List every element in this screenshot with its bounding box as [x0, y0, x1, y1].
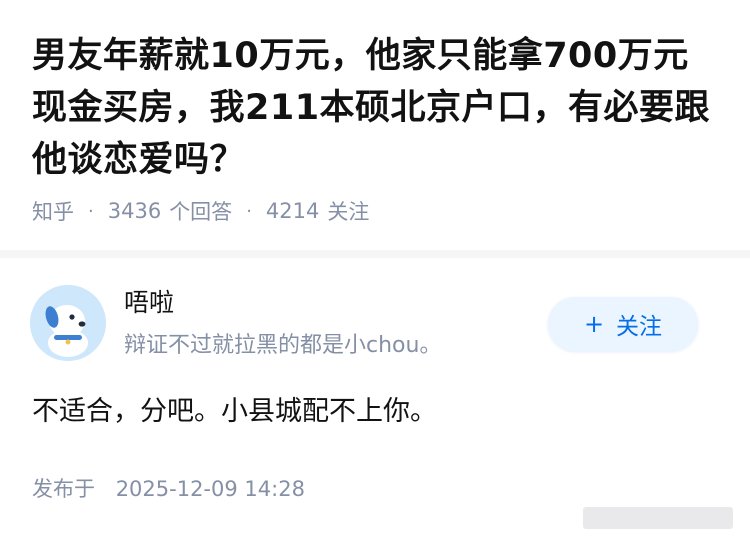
followers-count: 4214: [265, 199, 320, 223]
section-divider: [0, 250, 750, 258]
source-label[interactable]: 知乎: [32, 196, 74, 226]
author-bio: 辩证不过就拉黑的都是小chou。: [124, 333, 442, 358]
follow-button-label: 关注: [616, 314, 663, 340]
publish-datetime: 2025-12-09 14:28: [115, 477, 305, 501]
follow-button[interactable]: + 关注: [548, 297, 698, 351]
answers-count: 3436: [107, 199, 162, 223]
question-meta: 知乎 · 3436 个回答 · 4214 关注: [32, 196, 369, 226]
question-title[interactable]: 男友年薪就10万元，他家只能拿700万元现金买房，我211本硕北京户口，有必要跟…: [32, 30, 722, 186]
publish-info: 发布于 2025-12-09 14:28: [32, 474, 305, 504]
plus-icon: +: [583, 310, 605, 338]
avatar[interactable]: [30, 285, 106, 361]
meta-separator: ·: [246, 200, 252, 222]
followers-label: 关注: [327, 200, 370, 224]
author-name[interactable]: 唔啦: [124, 286, 174, 320]
answer-content[interactable]: 不适合，分吧。小县城配不上你。: [32, 392, 437, 432]
dog-avatar-icon: [30, 285, 106, 361]
publish-label: 发布于: [32, 477, 95, 501]
meta-separator: ·: [88, 200, 94, 222]
watermark-strip: [583, 507, 733, 529]
answers-label: 个回答: [169, 200, 233, 224]
